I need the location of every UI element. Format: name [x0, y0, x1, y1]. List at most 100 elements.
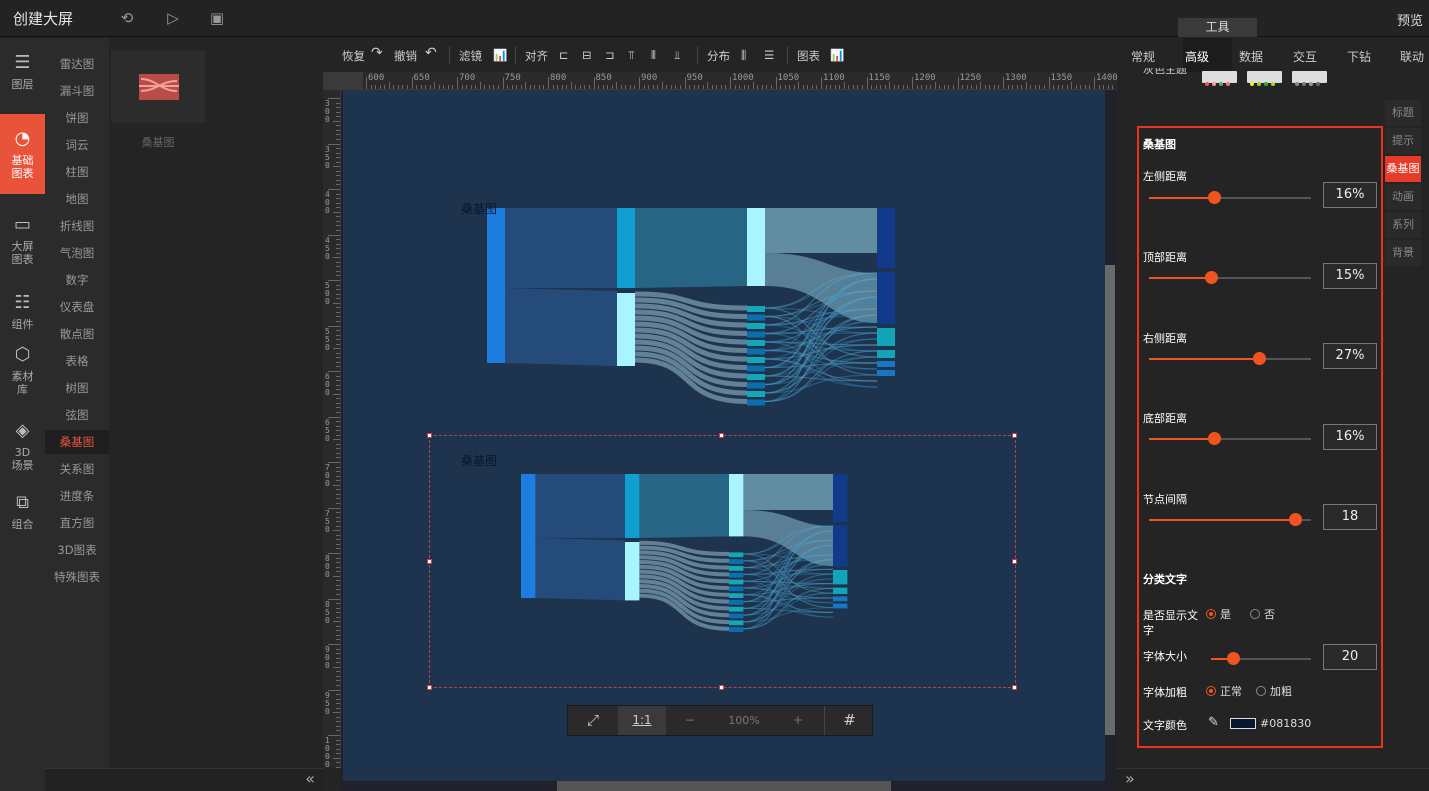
screen-stage[interactable]: 桑基图 桑基图 — [343, 90, 1105, 781]
align-right-icon[interactable]: ⊐ — [605, 48, 615, 62]
bottom-distance-slider[interactable] — [1149, 432, 1311, 445]
node-gap-slider[interactable] — [1149, 513, 1311, 526]
theme-swatch[interactable] — [1247, 71, 1282, 86]
slider-knob[interactable] — [1288, 513, 1302, 526]
nav-item-0[interactable]: ☰ 图层 — [0, 38, 45, 102]
show-text-yes-radio[interactable]: 是 — [1206, 606, 1231, 622]
category-item[interactable]: 直方图 — [45, 511, 109, 535]
tab-linkage[interactable]: 联动 — [1389, 48, 1429, 65]
bottom-distance-value[interactable]: 16% — [1323, 424, 1377, 450]
distribute-button[interactable]: 分布 — [707, 48, 730, 64]
right-distance-value[interactable]: 27% — [1323, 343, 1377, 369]
bold-bold-radio[interactable]: 加粗 — [1256, 683, 1292, 699]
tab-general[interactable]: 常规 — [1120, 48, 1166, 65]
resize-handle[interactable] — [1012, 559, 1017, 564]
save-icon[interactable]: ▣ — [208, 9, 226, 27]
slider-knob[interactable] — [1253, 352, 1267, 365]
resize-handle[interactable] — [719, 433, 724, 438]
align-left-icon[interactable]: ⊏ — [559, 48, 569, 62]
align-top-icon[interactable]: ⫪ — [628, 48, 635, 63]
subtab-item[interactable]: 标题 — [1385, 100, 1421, 126]
play-icon[interactable]: ▷ — [164, 9, 182, 27]
resize-handle[interactable] — [719, 685, 724, 690]
category-item[interactable]: 气泡图 — [45, 241, 109, 265]
category-item[interactable]: 地图 — [45, 187, 109, 211]
resize-handle[interactable] — [427, 685, 432, 690]
canvas-area[interactable]: 桑基图 桑基图 — [341, 90, 1117, 791]
left-distance-slider[interactable] — [1149, 191, 1311, 204]
chart-button[interactable]: 图表 — [797, 48, 820, 64]
right-distance-slider[interactable] — [1149, 352, 1311, 365]
collapse-left-icon[interactable]: « — [305, 769, 315, 788]
category-item[interactable]: 树图 — [45, 376, 109, 400]
undo-icon[interactable]: ↶ — [425, 45, 437, 61]
align-button[interactable]: 对齐 — [525, 48, 548, 64]
nav-item-2[interactable]: ▭ 大屏图表 — [0, 200, 45, 266]
left-distance-value[interactable]: 16% — [1323, 182, 1377, 208]
nav-item-4[interactable]: ⬡ 素材库 — [0, 330, 45, 396]
category-item[interactable]: 漏斗图 — [45, 79, 109, 103]
selection-box[interactable] — [429, 435, 1016, 688]
font-size-value[interactable]: 20 — [1323, 644, 1377, 670]
theme-swatch[interactable] — [1292, 71, 1327, 86]
eyedropper-icon[interactable]: ✎ — [1208, 715, 1219, 730]
category-item[interactable]: 数字 — [45, 268, 109, 292]
category-item[interactable]: 弦图 — [45, 403, 109, 427]
category-item[interactable]: 特殊图表 — [45, 565, 109, 589]
slider-knob[interactable] — [1227, 652, 1240, 665]
subtab-item[interactable]: 桑基图 — [1385, 156, 1421, 182]
category-item[interactable]: 进度条 — [45, 484, 109, 508]
preview-button[interactable]: 预览 — [1397, 10, 1423, 29]
top-distance-slider[interactable] — [1149, 271, 1311, 284]
slider-knob[interactable] — [1204, 271, 1218, 284]
category-item[interactable]: 仪表盘 — [45, 295, 109, 319]
distribute-v-icon[interactable]: ☰ — [764, 48, 774, 62]
color-swatch[interactable] — [1230, 718, 1256, 729]
subtab-item[interactable]: 提示 — [1385, 128, 1421, 154]
back-icon[interactable]: ⟲ — [118, 9, 136, 27]
nav-item-1[interactable]: ◔ 基础图表 — [0, 114, 45, 194]
subtab-item[interactable]: 动画 — [1385, 184, 1421, 210]
resize-handle[interactable] — [1012, 685, 1017, 690]
tab-interaction[interactable]: 交互 — [1282, 48, 1328, 65]
zoom-out-button[interactable]: − — [666, 706, 714, 735]
sankey-thumbnail[interactable] — [111, 51, 205, 123]
nav-item-6[interactable]: ⧉ 组合 — [0, 478, 45, 542]
grid-icon[interactable]: # — [824, 706, 874, 735]
resize-handle[interactable] — [427, 559, 432, 564]
align-bottom-icon[interactable]: ⫫ — [674, 48, 680, 63]
font-size-slider[interactable] — [1211, 652, 1311, 665]
category-item[interactable]: 雷达图 — [45, 52, 109, 76]
tool-tab[interactable]: 工具 — [1178, 18, 1257, 37]
one-to-one-button[interactable]: 1:1 — [618, 706, 666, 735]
zoom-in-button[interactable]: + — [774, 706, 822, 735]
category-item[interactable]: 3D图表 — [45, 538, 109, 562]
redo-icon[interactable]: ↷ — [371, 45, 383, 61]
align-middle-icon[interactable]: ⫴ — [651, 48, 656, 63]
top-distance-value[interactable]: 15% — [1323, 263, 1377, 289]
filter-chart-icon[interactable]: 📊 — [493, 48, 507, 62]
category-item[interactable]: 饼图 — [45, 106, 109, 130]
distribute-h-icon[interactable]: ⫼ — [741, 48, 746, 63]
tab-data[interactable]: 数据 — [1228, 48, 1274, 65]
node-gap-value[interactable]: 18 — [1323, 504, 1377, 530]
category-item[interactable]: 散点图 — [45, 322, 109, 346]
filter-button[interactable]: 滤镜 — [459, 48, 482, 64]
resize-handle[interactable] — [1012, 433, 1017, 438]
resize-handle[interactable] — [427, 433, 432, 438]
horizontal-scrollbar[interactable] — [557, 781, 891, 791]
bold-normal-radio[interactable]: 正常 — [1206, 683, 1242, 699]
subtab-item[interactable]: 背景 — [1385, 240, 1421, 266]
chart-icon[interactable]: 📊 — [830, 48, 844, 62]
redo-button[interactable]: 恢复 — [342, 48, 365, 64]
show-text-no-radio[interactable]: 否 — [1250, 606, 1275, 622]
tab-drilldown[interactable]: 下钻 — [1336, 48, 1382, 65]
collapse-right-icon[interactable]: » — [1125, 769, 1135, 788]
slider-knob[interactable] — [1207, 191, 1221, 204]
tab-advanced[interactable]: 高级 — [1174, 48, 1220, 65]
category-item[interactable]: 表格 — [45, 349, 109, 373]
slider-knob[interactable] — [1207, 432, 1221, 445]
align-center-icon[interactable]: ⊟ — [582, 48, 592, 62]
theme-swatch[interactable] — [1202, 71, 1237, 86]
category-item[interactable]: 词云 — [45, 133, 109, 157]
